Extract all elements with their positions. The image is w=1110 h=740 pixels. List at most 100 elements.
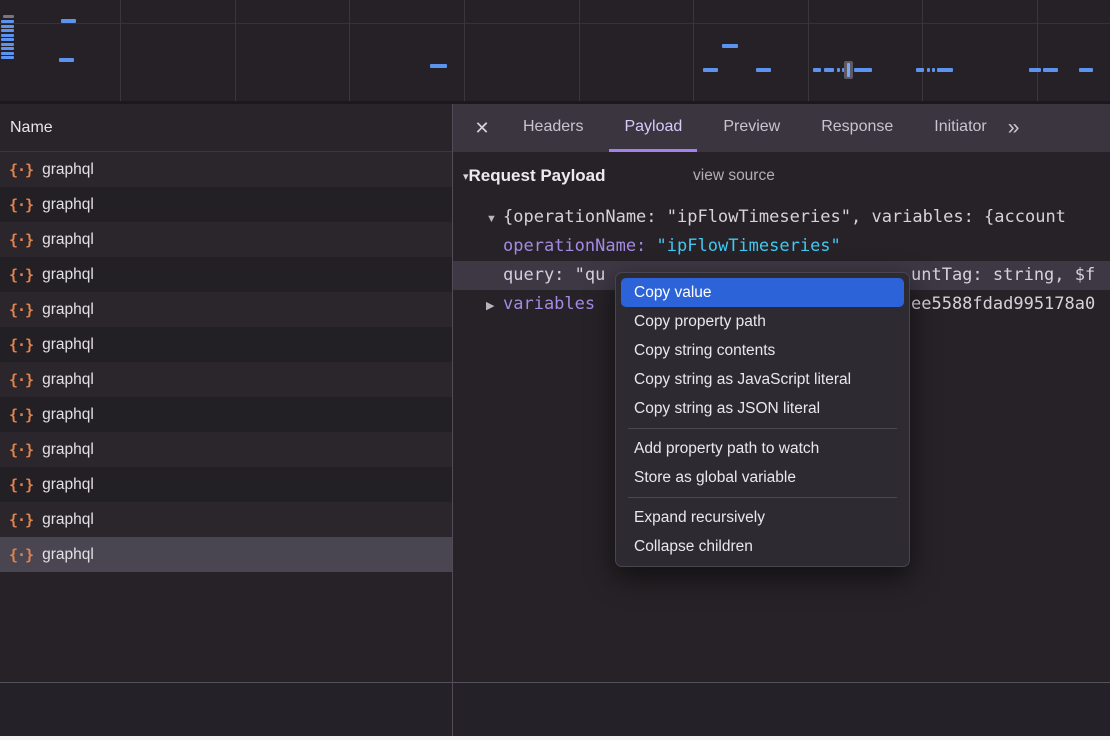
request-row[interactable]: {·} graphql [0,187,452,222]
view-source-link[interactable]: view source [693,164,775,188]
overview-gridline [464,0,465,101]
request-timing-bar [837,68,840,72]
context-menu-item-copy-string-contents[interactable]: Copy string contents [616,336,909,365]
tab-payload[interactable]: Payload [609,104,697,152]
overview-gridline [235,0,236,101]
context-menu-item-copy-string-as-javascript-literal[interactable]: Copy string as JavaScript literal [616,365,909,394]
request-row[interactable]: {·} graphql [0,152,452,187]
expand-triangle-icon[interactable]: ▼ [486,205,503,232]
column-header-name[interactable]: Name [0,104,452,152]
request-row[interactable]: {·} graphql [0,432,452,467]
context-menu-item-copy-string-as-json-literal[interactable]: Copy string as JSON literal [616,394,909,423]
request-row[interactable]: {·} graphql [0,257,452,292]
overview-gridline [808,0,809,101]
context-menu-item-copy-value[interactable]: Copy value [621,278,904,307]
request-timing-bar [1,43,14,46]
json-request-icon: {·} [9,266,33,284]
tab-preview[interactable]: Preview [708,104,795,152]
request-timing-bar [813,68,821,72]
tab-headers[interactable]: Headers [508,104,598,152]
request-timing-bar [1,56,14,59]
context-menu: Copy valueCopy property pathCopy string … [615,272,910,567]
request-row[interactable]: {·} graphql [0,467,452,502]
overview-gridline [922,0,923,101]
request-row[interactable]: {·} graphql [0,327,452,362]
request-payload-section-header[interactable]: ▾Request Payload [463,164,606,188]
more-tabs-icon[interactable]: » [1008,104,1018,152]
overview-gridline [579,0,580,101]
json-request-icon: {·} [9,511,33,529]
request-timing-bar [927,68,930,72]
context-menu-item-collapse-children[interactable]: Collapse children [616,532,909,561]
request-name: graphql [42,441,94,459]
detail-tabbar: ✕ HeadersPayloadPreviewResponseInitiator… [453,104,1110,152]
bottom-status-area [0,682,1110,736]
payload-root-row[interactable]: ▼{operationName: "ipFlowTimeseries", var… [453,203,1110,232]
request-timing-bar [1,20,14,23]
close-icon[interactable]: ✕ [467,104,497,152]
json-request-icon: {·} [9,476,33,494]
request-name: graphql [42,546,94,564]
section-title: Request Payload [469,166,606,185]
request-timing-bar [59,58,74,62]
request-name: graphql [42,336,94,354]
expand-triangle-icon[interactable]: ▶ [486,292,503,319]
request-row[interactable]: {·} graphql [0,537,452,572]
request-timing-bar [756,68,771,72]
request-timing-bar [1,38,14,41]
context-menu-divider [628,497,897,498]
property-key: operationName: [503,236,646,256]
overview-selection-tick [847,63,850,77]
window-bottom-edge [0,736,1110,740]
overview-gridline [1037,0,1038,101]
request-timing-bar [722,44,738,48]
request-name: graphql [42,196,94,214]
request-row[interactable]: {·} graphql [0,292,452,327]
panel-divider[interactable] [452,104,453,736]
context-menu-item-expand-recursively[interactable]: Expand recursively [616,503,909,532]
request-timing-bar [1029,68,1041,72]
request-timing-bar [3,15,14,18]
request-timing-bar [1,47,14,50]
context-menu-item-copy-property-path[interactable]: Copy property path [616,307,909,336]
property-value-prefix: "qu [575,265,606,285]
property-value-suffix: ee5588fdad995178a0 [911,290,1095,319]
request-name: graphql [42,161,94,179]
request-timing-bar [932,68,935,72]
json-request-icon: {·} [9,441,33,459]
property-key: variables [503,294,595,314]
request-row[interactable]: {·} graphql [0,502,452,537]
json-request-icon: {·} [9,406,33,424]
request-timing-bar [1,29,14,32]
overview-gridline [693,0,694,101]
payload-operation-row[interactable]: operationName: "ipFlowTimeseries" [453,232,1110,261]
request-timing-bar [916,68,924,72]
json-request-icon: {·} [9,371,33,389]
context-menu-divider [628,428,897,429]
request-timing-bar [703,68,718,72]
request-name: graphql [42,231,94,249]
request-name: graphql [42,266,94,284]
request-timing-bar [430,64,447,68]
request-timing-bar [1,52,14,55]
network-overview-waterfall[interactable] [0,0,1110,104]
context-menu-item-store-as-global-variable[interactable]: Store as global variable [616,463,909,492]
request-timing-bar [937,68,953,72]
request-row[interactable]: {·} graphql [0,362,452,397]
request-list-empty-area [0,572,452,682]
overview-horizontal-gridline [0,23,1110,24]
tab-response[interactable]: Response [806,104,908,152]
request-name: graphql [42,406,94,424]
overview-gridline [349,0,350,101]
request-name: graphql [42,371,94,389]
json-request-icon: {·} [9,161,33,179]
request-row[interactable]: {·} graphql [0,397,452,432]
request-row[interactable]: {·} graphql [0,222,452,257]
request-name: graphql [42,301,94,319]
property-key: query: [503,265,564,285]
request-timing-bar [854,68,872,72]
devtools-network-panel: Name {·} graphql {·} graphql {·} graphql… [0,0,1110,740]
context-menu-item-add-property-path-to-watch[interactable]: Add property path to watch [616,434,909,463]
payload-root-preview: {operationName: "ipFlowTimeseries", vari… [503,207,1066,227]
tab-initiator[interactable]: Initiator [919,104,1001,152]
